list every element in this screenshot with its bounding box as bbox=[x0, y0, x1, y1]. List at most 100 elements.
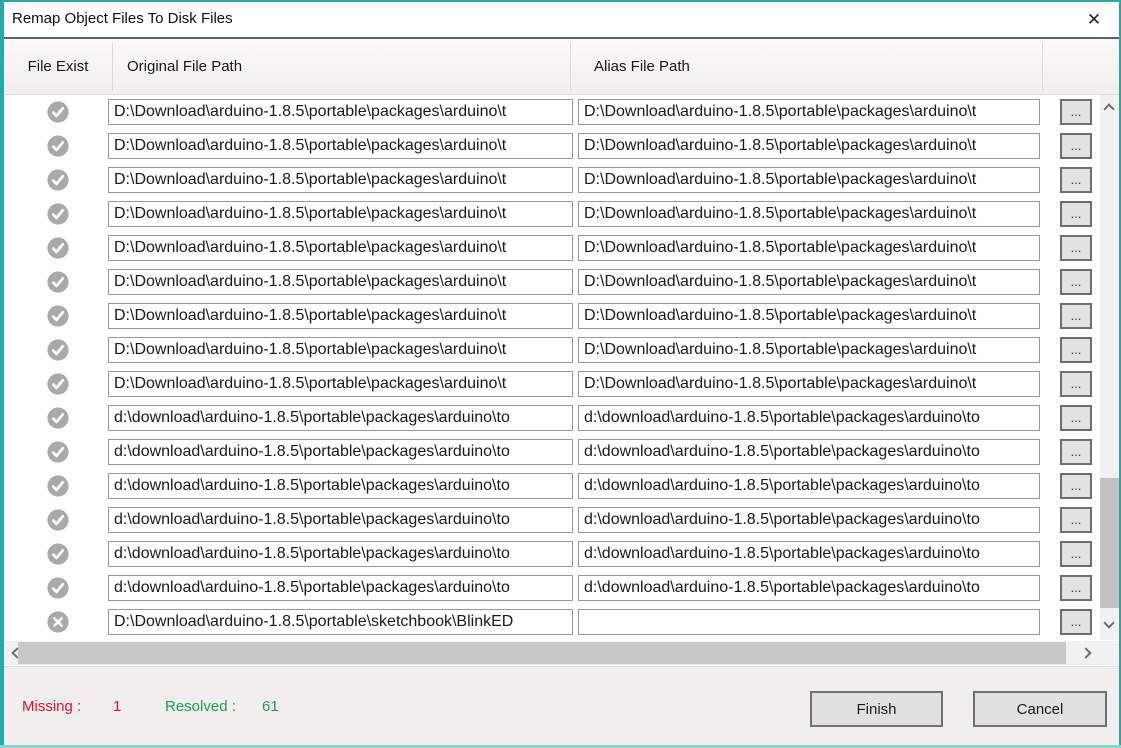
file-exists-check-icon bbox=[47, 203, 69, 225]
alias-path-input[interactable] bbox=[578, 337, 1040, 363]
browse-button[interactable]: ... bbox=[1060, 167, 1092, 193]
alias-path-input[interactable] bbox=[578, 269, 1040, 295]
footer-bar: Missing : 1 Resolved : 61 Finish Cancel bbox=[4, 666, 1119, 745]
file-exist-cell bbox=[47, 543, 69, 565]
alias-path-input[interactable] bbox=[578, 473, 1040, 499]
table-row: ... bbox=[4, 435, 1100, 469]
alias-path-input[interactable] bbox=[578, 575, 1040, 601]
browse-button[interactable]: ... bbox=[1060, 473, 1092, 499]
original-path-input[interactable] bbox=[108, 575, 573, 601]
file-exist-cell bbox=[47, 339, 69, 361]
browse-button[interactable]: ... bbox=[1060, 507, 1092, 533]
resolved-label: Resolved : bbox=[165, 667, 236, 746]
file-exists-check-icon bbox=[47, 271, 69, 293]
browse-button[interactable]: ... bbox=[1060, 269, 1092, 295]
file-exists-check-icon bbox=[47, 135, 69, 157]
missing-label: Missing : bbox=[22, 667, 81, 746]
file-exist-cell bbox=[47, 509, 69, 531]
table-row: ... bbox=[4, 265, 1100, 299]
horizontal-scrollbar[interactable] bbox=[4, 641, 1119, 665]
original-path-input[interactable] bbox=[108, 269, 573, 295]
browse-button[interactable]: ... bbox=[1060, 541, 1092, 567]
original-path-input[interactable] bbox=[108, 167, 573, 193]
close-icon[interactable]: ✕ bbox=[1081, 8, 1107, 32]
browse-button[interactable]: ... bbox=[1060, 439, 1092, 465]
file-missing-cross-icon bbox=[47, 611, 69, 633]
table-row: ... bbox=[4, 469, 1100, 503]
file-exist-cell bbox=[47, 475, 69, 497]
original-path-input[interactable] bbox=[108, 99, 573, 125]
browse-button[interactable]: ... bbox=[1060, 609, 1092, 635]
original-path-input[interactable] bbox=[108, 541, 573, 567]
file-exist-cell bbox=[47, 203, 69, 225]
original-path-input[interactable] bbox=[108, 235, 573, 261]
column-header-file-exist[interactable]: File Exist bbox=[4, 39, 112, 95]
title-bar[interactable]: Remap Object Files To Disk Files ✕ bbox=[4, 2, 1119, 37]
table-row: ... bbox=[4, 503, 1100, 537]
file-exist-cell bbox=[47, 101, 69, 123]
scroll-down-icon[interactable] bbox=[1103, 617, 1114, 628]
column-header-alias-path[interactable]: Alias File Path bbox=[594, 39, 690, 95]
alias-path-input[interactable] bbox=[578, 541, 1040, 567]
table-row: ... bbox=[4, 299, 1100, 333]
table-row: ... bbox=[4, 367, 1100, 401]
file-exists-check-icon bbox=[47, 407, 69, 429]
table-header: File Exist Original File Path Alias File… bbox=[4, 39, 1119, 95]
horizontal-scrollbar-thumb[interactable] bbox=[18, 642, 1066, 664]
original-path-input[interactable] bbox=[108, 201, 573, 227]
file-exist-cell bbox=[47, 271, 69, 293]
alias-path-input[interactable] bbox=[578, 371, 1040, 397]
table-body: ... ... ... ... ... bbox=[4, 95, 1100, 640]
file-exist-cell bbox=[47, 441, 69, 463]
table-row: ... bbox=[4, 605, 1100, 639]
original-path-input[interactable] bbox=[108, 405, 573, 431]
cancel-button[interactable]: Cancel bbox=[973, 691, 1107, 727]
file-exist-cell bbox=[47, 237, 69, 259]
browse-button[interactable]: ... bbox=[1060, 201, 1092, 227]
alias-path-input[interactable] bbox=[578, 201, 1040, 227]
file-exist-cell bbox=[47, 611, 69, 633]
original-path-input[interactable] bbox=[108, 133, 573, 159]
alias-path-input[interactable] bbox=[578, 439, 1040, 465]
alias-path-input[interactable] bbox=[578, 99, 1040, 125]
file-exist-cell bbox=[47, 577, 69, 599]
browse-button[interactable]: ... bbox=[1060, 405, 1092, 431]
header-separator bbox=[112, 43, 113, 91]
browse-button[interactable]: ... bbox=[1060, 303, 1092, 329]
browse-button[interactable]: ... bbox=[1060, 99, 1092, 125]
original-path-input[interactable] bbox=[108, 337, 573, 363]
scroll-right-icon[interactable] bbox=[1080, 647, 1091, 658]
alias-path-input[interactable] bbox=[578, 507, 1040, 533]
browse-button[interactable]: ... bbox=[1060, 575, 1092, 601]
alias-path-input[interactable] bbox=[578, 405, 1040, 431]
alias-path-input[interactable] bbox=[578, 303, 1040, 329]
vertical-scrollbar-thumb[interactable] bbox=[1100, 478, 1119, 608]
original-path-input[interactable] bbox=[108, 507, 573, 533]
column-header-original-path[interactable]: Original File Path bbox=[127, 39, 242, 95]
original-path-input[interactable] bbox=[108, 473, 573, 499]
alias-path-input[interactable] bbox=[578, 133, 1040, 159]
alias-path-input[interactable] bbox=[578, 235, 1040, 261]
vertical-scrollbar[interactable] bbox=[1100, 95, 1119, 640]
file-exists-check-icon bbox=[47, 543, 69, 565]
alias-path-input[interactable] bbox=[578, 167, 1040, 193]
table-row: ... bbox=[4, 197, 1100, 231]
table-row: ... bbox=[4, 129, 1100, 163]
file-exist-cell bbox=[47, 373, 69, 395]
browse-button[interactable]: ... bbox=[1060, 133, 1092, 159]
resolved-count: 61 bbox=[262, 667, 279, 746]
finish-button[interactable]: Finish bbox=[810, 691, 943, 727]
remap-dialog-window: Remap Object Files To Disk Files ✕ File … bbox=[0, 0, 1121, 748]
file-exists-check-icon bbox=[47, 305, 69, 327]
original-path-input[interactable] bbox=[108, 371, 573, 397]
file-exist-cell bbox=[47, 135, 69, 157]
browse-button[interactable]: ... bbox=[1060, 337, 1092, 363]
original-path-input[interactable] bbox=[108, 303, 573, 329]
browse-button[interactable]: ... bbox=[1060, 371, 1092, 397]
original-path-input[interactable] bbox=[108, 439, 573, 465]
browse-button[interactable]: ... bbox=[1060, 235, 1092, 261]
scroll-up-icon[interactable] bbox=[1103, 103, 1114, 114]
alias-path-input[interactable] bbox=[578, 609, 1040, 635]
file-exists-check-icon bbox=[47, 101, 69, 123]
original-path-input[interactable] bbox=[108, 609, 573, 635]
